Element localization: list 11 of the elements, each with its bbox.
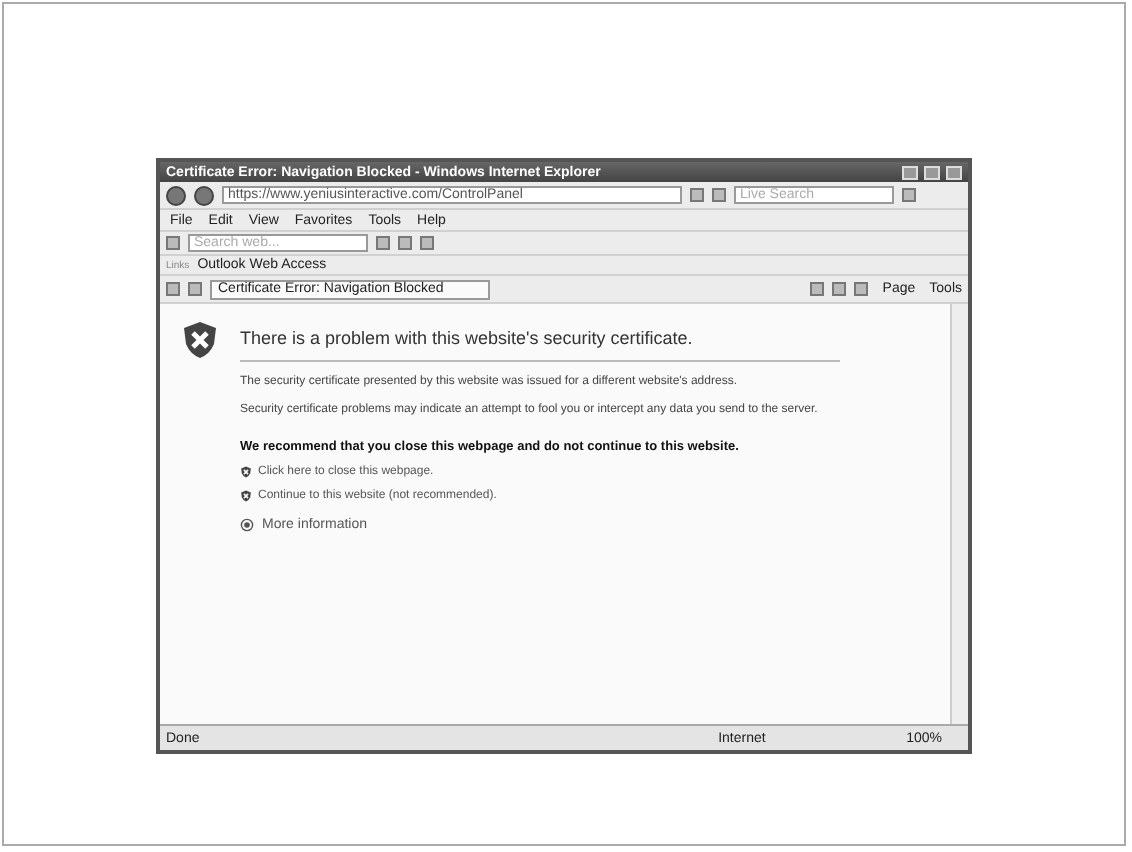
scrollbar[interactable]: [950, 304, 968, 724]
shield-error-icon: [180, 320, 220, 360]
radio-dot-icon: [240, 517, 254, 532]
error-heading: There is a problem with this website's security certificate.: [240, 320, 840, 362]
minimize-button[interactable]: [902, 165, 918, 179]
forward-button[interactable]: [194, 185, 214, 205]
close-button[interactable]: [946, 165, 962, 179]
shield-icon: [240, 489, 252, 502]
shield-icon: [240, 465, 252, 478]
maximize-button[interactable]: [924, 165, 940, 179]
back-button[interactable]: [166, 185, 186, 205]
